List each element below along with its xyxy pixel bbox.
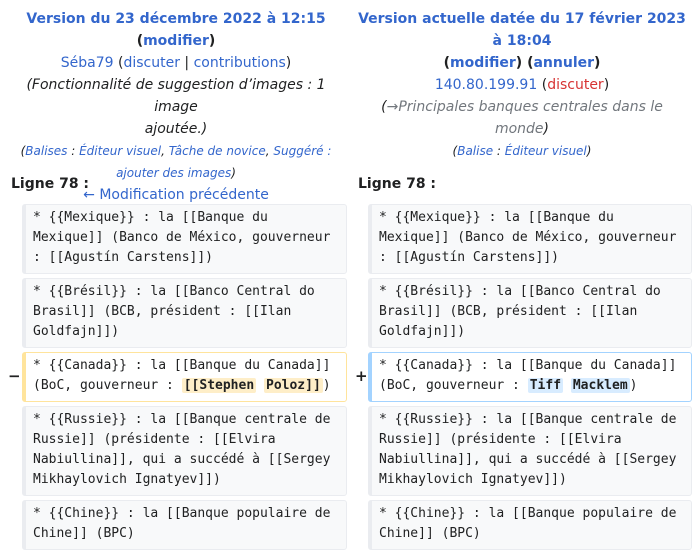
- current-revision-user: 140.80.199.91 (discuter): [434, 77, 610, 93]
- deleted-text: [[Stephen: [181, 378, 257, 393]
- added-text: Tiff: [527, 378, 564, 393]
- deleted-line-canada: * {{Canada}} : la [[Banque du Canada]] (…: [22, 352, 347, 402]
- deleted-text: Poloz]]: [264, 378, 323, 393]
- current-edit-summary: (→Principales banques centrales dans le …: [381, 99, 663, 137]
- old-revision-user: Séba79 (discuter | contributions): [60, 55, 292, 71]
- current-revision-title: Version actuelle datée du 17 février 202…: [352, 8, 692, 52]
- current-revision-date-link[interactable]: Version actuelle datée du 17 février 202…: [358, 11, 686, 49]
- added-line-canada: * {{Canada}} : la [[Banque du Canada]] (…: [368, 352, 692, 402]
- current-revision-header: Version actuelle datée du 17 février 202…: [352, 8, 692, 162]
- old-contributions-link[interactable]: contributions: [194, 55, 286, 71]
- old-discuss-link[interactable]: discuter: [123, 55, 180, 71]
- summary-section-arrow[interactable]: →: [387, 99, 399, 115]
- context-line-bresil-right: * {{Brésil}} : la [[Banco Central do Bra…: [368, 278, 692, 348]
- context-line-chine-right: * {{Chine}} : la [[Banque populaire de C…: [368, 500, 692, 550]
- context-line-mexique-left: * {{Mexique}} : la [[Banque du Mexique]]…: [22, 204, 347, 274]
- current-discuss-link[interactable]: discuter: [547, 77, 604, 93]
- old-revision-date-link[interactable]: Version du 23 décembre 2022 à 12:15: [26, 11, 325, 27]
- current-edit-tags: (Balise : Éditeur visuel): [452, 144, 592, 158]
- old-tag-suggested[interactable]: Suggéré :: [273, 144, 331, 158]
- current-tag-visual-editor[interactable]: Éditeur visuel: [505, 144, 587, 158]
- deleted-line-marker: −: [8, 367, 21, 385]
- context-line-russie-left: * {{Russie}} : la [[Banque centrale de R…: [22, 406, 347, 496]
- old-modify-link[interactable]: modifier: [143, 33, 209, 49]
- right-line-number: Ligne 78 :: [358, 176, 437, 192]
- undo-link[interactable]: annuler: [533, 55, 594, 71]
- old-edit-summary: (Fonctionnalité de suggestion d’images :…: [26, 77, 326, 137]
- added-line-marker: +: [355, 367, 368, 385]
- old-user-link[interactable]: Séba79: [61, 55, 114, 71]
- current-tag-label-link[interactable]: Balise: [457, 144, 493, 158]
- context-line-mexique-right: * {{Mexique}} : la [[Banque du Mexique]]…: [368, 204, 692, 274]
- old-revision-title: Version du 23 décembre 2022 à 12:15 (mod…: [26, 11, 326, 49]
- old-tag-novice-task[interactable]: Tâche de novice: [169, 144, 266, 158]
- current-revision-actions: (modifier) (annuler): [443, 55, 601, 71]
- old-tag-add-images[interactable]: ajouter des images: [116, 166, 231, 180]
- added-text: Macklem: [570, 378, 630, 393]
- context-line-chine-left: * {{Chine}} : la [[Banque populaire de C…: [22, 500, 347, 550]
- old-tag-label-link[interactable]: Balises: [25, 144, 67, 158]
- context-line-russie-right: * {{Russie}} : la [[Banque centrale de R…: [368, 406, 692, 496]
- context-line-bresil-left: * {{Brésil}} : la [[Banco Central do Bra…: [22, 278, 347, 348]
- left-line-number: Ligne 78 :: [11, 176, 90, 192]
- current-modify-link[interactable]: modifier: [450, 55, 516, 71]
- current-user-link[interactable]: 140.80.199.91: [435, 77, 537, 93]
- old-tag-visual-editor[interactable]: Éditeur visuel: [79, 144, 161, 158]
